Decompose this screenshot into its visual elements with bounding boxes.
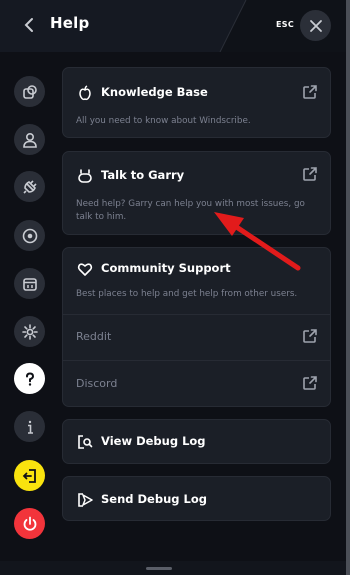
help-window: Help ESC Knowledge Base All you need to … [0, 0, 346, 575]
annotation-arrow [214, 212, 301, 271]
